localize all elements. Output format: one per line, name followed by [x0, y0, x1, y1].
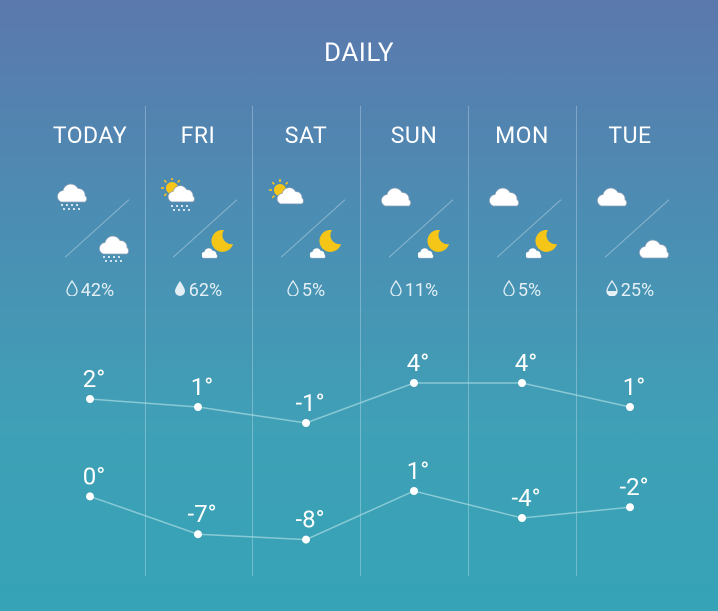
high-temp-point	[518, 379, 526, 387]
high-temp-point	[194, 403, 202, 411]
low-temp-label: 1°	[407, 457, 429, 485]
low-temp-point	[410, 487, 418, 495]
high-temp-line	[89, 382, 631, 424]
low-temp-point	[518, 514, 526, 522]
high-temp-label: -1°	[295, 389, 324, 417]
high-temp-label: 4°	[407, 349, 429, 377]
low-temp-line	[89, 490, 631, 541]
high-temp-point	[626, 403, 634, 411]
low-temp-point	[626, 503, 634, 512]
low-temp-point	[302, 535, 310, 544]
low-temp-point	[86, 492, 94, 501]
low-temp-label: -8°	[295, 506, 324, 534]
temperature-graph: 2° 1° -1° 4° 4° 1° 0° -7° -8° 1° -4° -2°	[83, 349, 649, 544]
high-temp-label: 1°	[191, 373, 213, 401]
high-temp-point	[410, 379, 418, 387]
low-temp-label: -4°	[511, 484, 540, 512]
low-temp-point	[194, 530, 202, 539]
low-temp-label: -7°	[187, 500, 216, 528]
high-temp-label: 2°	[83, 365, 105, 393]
low-temp-label: 0°	[83, 462, 105, 490]
low-temp-label: -2°	[619, 473, 648, 501]
high-temp-label: 4°	[515, 349, 537, 377]
high-temp-point	[302, 419, 310, 427]
high-temp-point	[86, 395, 94, 403]
high-temp-label: 1°	[623, 373, 645, 401]
